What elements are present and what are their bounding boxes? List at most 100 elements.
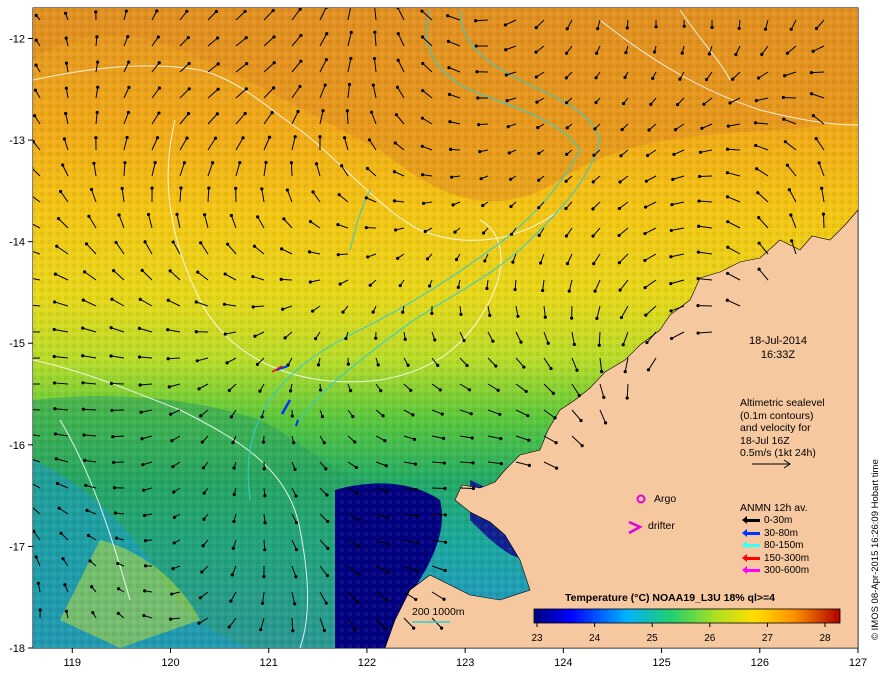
velocity-arrow-head	[81, 407, 85, 411]
velocity-arrow-head	[412, 626, 416, 630]
velocity-arrow-head	[537, 233, 541, 237]
velocity-arrow-head	[625, 396, 629, 400]
velocity-arrow-head	[241, 136, 245, 140]
velocity-arrow-head	[425, 257, 430, 261]
velocity-arrow-head	[448, 120, 452, 124]
velocity-arrow-head	[554, 441, 558, 445]
velocity-arrow-head	[127, 85, 131, 89]
velocity-arrow-head	[785, 163, 790, 167]
velocity-arrow-head	[421, 201, 426, 205]
velocity-arrow-head	[62, 137, 67, 141]
x-tick-label: 119	[64, 657, 82, 669]
velocity-arrow-head	[110, 408, 114, 413]
velocity-arrow-head	[34, 555, 38, 559]
velocity-arrow-head	[225, 361, 229, 365]
velocity-arrow-head	[38, 608, 42, 612]
velocity-arrow-head	[509, 232, 514, 236]
velocity-arrow-head	[415, 569, 419, 573]
velocity-arrow-head	[323, 83, 327, 87]
velocity-arrow-head	[453, 230, 457, 234]
velocity-arrow-head	[470, 436, 474, 440]
velocity-arrow-head	[84, 242, 89, 246]
velocity-arrow-head	[394, 113, 398, 117]
velocity-arrow-head	[92, 161, 96, 165]
velocity-arrow-head	[138, 383, 142, 387]
velocity-arrow-head	[318, 135, 322, 139]
velocity-arrow-head	[349, 56, 353, 61]
velocity-arrow-head	[324, 467, 328, 471]
velocity-arrow-head	[392, 199, 397, 203]
velocity-arrow-head	[117, 213, 121, 217]
velocity-arrow-head	[143, 539, 148, 543]
velocity-arrow-head	[415, 541, 419, 545]
velocity-arrow-head	[728, 101, 732, 105]
velocity-arrow-head	[564, 234, 569, 238]
colorbar-tick-label: 27	[762, 633, 774, 644]
velocity-arrow-head	[307, 250, 312, 254]
velocity-arrow-head	[29, 193, 32, 196]
velocity-arrow-head	[95, 35, 99, 39]
velocity-arrow-head	[95, 110, 99, 115]
velocity-arrow-head	[696, 331, 700, 335]
velocity-arrow-head	[113, 511, 118, 515]
velocity-arrow-head	[678, 77, 682, 81]
velocity-arrow-head	[96, 60, 100, 64]
velocity-arrow-head	[369, 110, 374, 114]
velocity-arrow-head	[820, 186, 824, 190]
velocity-arrow-head	[196, 270, 200, 274]
velocity-arrow-head	[618, 288, 622, 292]
velocity-arrow-head	[201, 544, 205, 548]
velocity-arrow-head	[603, 421, 608, 425]
velocity-arrow-head	[157, 86, 162, 90]
velocity-arrow-head	[374, 336, 378, 340]
velocity-arrow-head	[565, 126, 569, 130]
velocity-arrow-head	[594, 76, 598, 80]
velocity-arrow-head	[702, 102, 706, 106]
velocity-arrow-head	[146, 212, 151, 217]
velocity-arrow-head	[645, 340, 649, 345]
velocity-arrow-head	[299, 33, 303, 38]
velocity-arrow-head	[789, 213, 793, 217]
velocity-arrow-head	[260, 415, 264, 419]
velocity-arrow	[346, 110, 349, 125]
velocity-arrow-head	[594, 100, 598, 105]
velocity-arrow-head	[534, 26, 538, 30]
velocity-arrow-head	[24, 357, 27, 360]
anmn-legend-label: 80-150m	[764, 540, 804, 551]
velocity-arrow-head	[116, 561, 120, 566]
velocity-arrow-head	[420, 9, 424, 13]
velocity-arrow-head	[549, 366, 553, 371]
velocity-arrow-head	[292, 441, 296, 445]
velocity-arrow-head	[756, 76, 761, 80]
colorbar	[533, 608, 841, 624]
y-tick-label: -14	[9, 237, 25, 249]
velocity-arrow-head	[442, 597, 446, 601]
velocity-arrow-head	[355, 491, 360, 495]
velocity-arrow-head	[169, 412, 173, 416]
anmn-legend-label: 150-300m	[764, 552, 810, 564]
colorbar-tick-label: 23	[531, 633, 543, 644]
velocity-arrow-head	[621, 101, 626, 106]
velocity-arrow-head	[785, 51, 790, 55]
velocity-arrow-head	[565, 27, 569, 31]
velocity-arrow-head	[168, 269, 172, 273]
velocity-arrow-head	[644, 179, 649, 183]
velocity-arrow-head	[572, 342, 576, 347]
velocity-arrow-head	[96, 85, 100, 89]
velocity-arrow-head	[373, 5, 376, 8]
velocity-arrow-head	[790, 239, 794, 243]
velocity-arrow-head	[624, 50, 628, 55]
velocity-arrow-head	[294, 575, 298, 579]
velocity-arrow-head	[672, 152, 676, 157]
velocity-arrow-head	[645, 153, 650, 158]
velocity-arrow-head	[597, 343, 601, 347]
altimetry-note: Altimetric sealevel (0.1m contours) and ve…	[740, 397, 850, 460]
velocity-arrow-head	[753, 121, 758, 125]
velocity-arrow-head	[564, 76, 569, 80]
velocity-arrow-head	[157, 61, 161, 65]
velocity-arrow-head	[789, 27, 793, 31]
velocity-arrow-head	[185, 136, 189, 140]
velocity-arrow-head	[293, 135, 297, 139]
velocity-arrow-head	[232, 492, 236, 497]
velocity-arrow-head	[211, 161, 215, 165]
